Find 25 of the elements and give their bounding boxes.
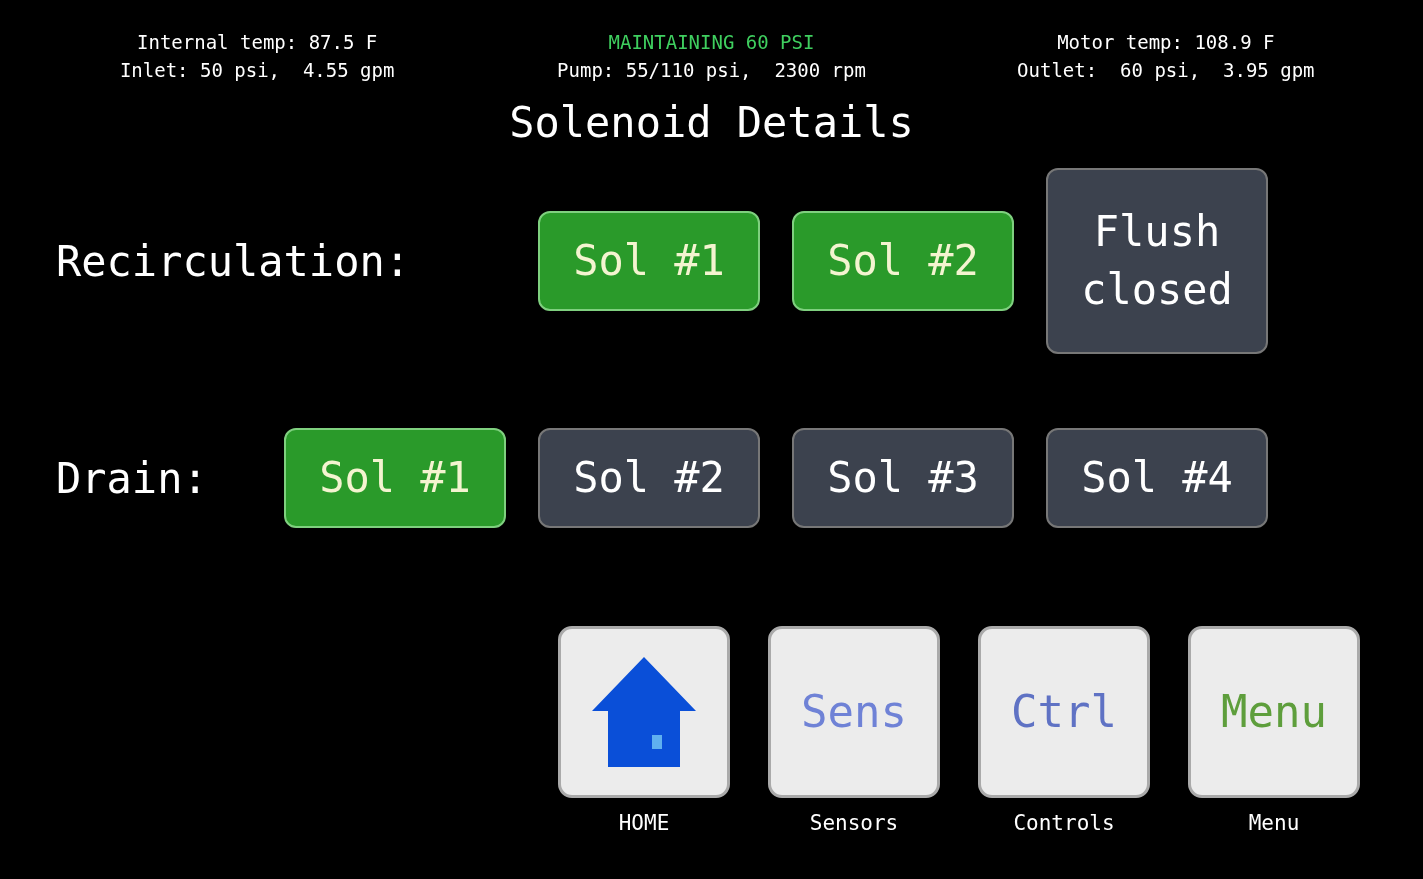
status-reading: Outlet: 60 psi, 3.95 gpm [1017, 58, 1315, 83]
status-message: MAINTAINING 60 PSI [608, 30, 815, 55]
solenoid-button[interactable]: Sol #3 [792, 428, 1014, 528]
group-label: Recirculation: [55, 235, 410, 288]
home-icon [592, 657, 696, 767]
nav-caption: HOME [618, 810, 670, 837]
nav-button[interactable]: Ctrl [978, 626, 1150, 798]
nav-button[interactable]: Sens [768, 626, 940, 798]
nav-caption: Menu [1248, 810, 1300, 837]
group-label: Drain: [55, 452, 208, 505]
solenoid-button[interactable]: Sol #2 [538, 428, 760, 528]
solenoid-button[interactable]: Sol #2 [792, 211, 1014, 311]
nav-caption: Sensors [809, 810, 899, 837]
solenoid-button[interactable]: Flush closed [1046, 168, 1268, 354]
nav-button[interactable]: Menu [1188, 626, 1360, 798]
status-reading: Internal temp: 87.5 F [137, 30, 378, 55]
page-title: Solenoid Details [509, 98, 914, 148]
status-reading: Motor temp: 108.9 F [1057, 30, 1275, 55]
solenoid-button[interactable]: Sol #1 [284, 428, 506, 528]
nav-caption: Controls [1013, 810, 1115, 837]
status-reading: Pump: 55/110 psi, 2300 rpm [557, 58, 866, 83]
home-button[interactable] [558, 626, 730, 798]
solenoid-button[interactable]: Sol #1 [538, 211, 760, 311]
status-reading: Inlet: 50 psi, 4.55 gpm [119, 58, 395, 83]
solenoid-button[interactable]: Sol #4 [1046, 428, 1268, 528]
